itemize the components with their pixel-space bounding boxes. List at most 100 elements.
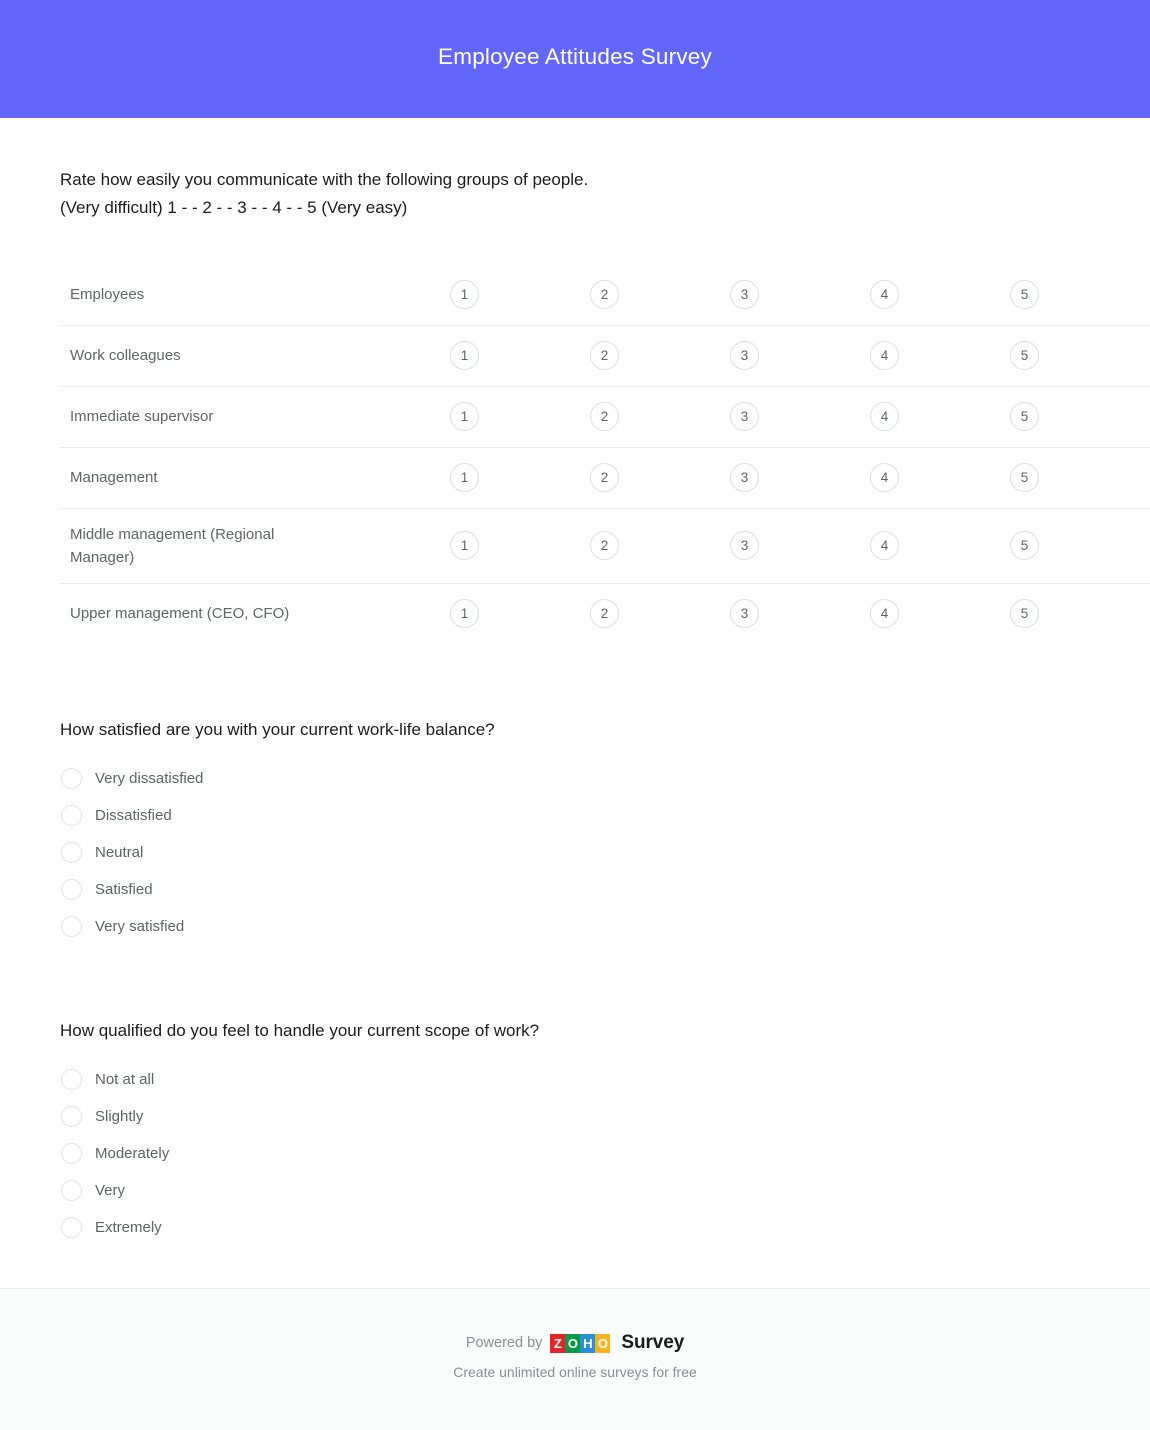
- list-item[interactable]: Neutral: [60, 834, 1090, 871]
- matrix-option-cell[interactable]: 2: [590, 582, 730, 644]
- matrix-option-cell[interactable]: 5: [1010, 385, 1150, 447]
- zoho-logo[interactable]: Z O H O: [550, 1333, 611, 1353]
- matrix-option-cell[interactable]: 2: [590, 385, 730, 447]
- matrix-option-cell[interactable]: 4: [870, 507, 1010, 583]
- matrix-option-cell[interactable]: 3: [730, 385, 870, 447]
- question-work-life-balance: How satisfied are you with your current …: [60, 716, 1090, 945]
- matrix-option-cell[interactable]: 4: [870, 446, 1010, 508]
- choice-label: Neutral: [95, 844, 144, 861]
- matrix-option-3[interactable]: 3: [730, 531, 759, 560]
- matrix-option-3[interactable]: 3: [730, 402, 759, 431]
- zoho-tile-z: Z: [550, 1333, 566, 1353]
- question-qualification-scope: How qualified do you feel to handle your…: [60, 1017, 1090, 1246]
- list-item[interactable]: Very: [60, 1172, 1090, 1209]
- matrix-table: Employees 1 2 3 4 5 Work colleagues 1 2 …: [60, 264, 1150, 644]
- matrix-option-cell[interactable]: 2: [590, 446, 730, 508]
- radio-icon[interactable]: [61, 768, 82, 789]
- radio-icon[interactable]: [61, 842, 82, 863]
- list-item[interactable]: Extremely: [60, 1209, 1090, 1246]
- matrix-option-cell[interactable]: 1: [450, 324, 590, 386]
- table-row: Immediate supervisor 1 2 3 4 5: [60, 385, 1150, 447]
- matrix-option-5[interactable]: 5: [1010, 341, 1039, 370]
- radio-icon[interactable]: [61, 1143, 82, 1164]
- matrix-option-4[interactable]: 4: [870, 463, 899, 492]
- matrix-option-cell[interactable]: 1: [450, 264, 590, 325]
- matrix-row-label-cell: Middle management (Regional Manager): [60, 507, 450, 583]
- matrix-option-1[interactable]: 1: [450, 341, 479, 370]
- matrix-option-1[interactable]: 1: [450, 402, 479, 431]
- matrix-option-cell[interactable]: 1: [450, 582, 590, 644]
- matrix-option-1[interactable]: 1: [450, 531, 479, 560]
- matrix-option-1[interactable]: 1: [450, 599, 479, 629]
- matrix-option-3[interactable]: 3: [730, 599, 759, 629]
- matrix-option-cell[interactable]: 5: [1010, 324, 1150, 386]
- matrix-option-4[interactable]: 4: [870, 402, 899, 431]
- list-item[interactable]: Very dissatisfied: [60, 760, 1090, 797]
- matrix-option-3[interactable]: 3: [730, 463, 759, 492]
- zoho-tile-o-first: O: [565, 1333, 581, 1353]
- matrix-option-cell[interactable]: 4: [870, 264, 1010, 325]
- question-prompt: How satisfied are you with your current …: [60, 720, 495, 739]
- matrix-option-cell[interactable]: 1: [450, 385, 590, 447]
- matrix-option-cell[interactable]: 5: [1010, 582, 1150, 644]
- table-row: Work colleagues 1 2 3 4 5: [60, 324, 1150, 386]
- bottom-spacer: [60, 1246, 1090, 1288]
- matrix-option-2[interactable]: 2: [590, 402, 619, 431]
- radio-icon[interactable]: [61, 916, 82, 937]
- matrix-option-cell[interactable]: 5: [1010, 446, 1150, 508]
- list-item[interactable]: Moderately: [60, 1135, 1090, 1172]
- matrix-option-5[interactable]: 5: [1010, 463, 1039, 492]
- matrix-option-cell[interactable]: 2: [590, 324, 730, 386]
- matrix-option-4[interactable]: 4: [870, 279, 899, 309]
- radio-icon[interactable]: [61, 1217, 82, 1238]
- survey-footer: Powered by Z O H O Survey Create unlimit…: [0, 1288, 1150, 1430]
- matrix-option-cell[interactable]: 4: [870, 385, 1010, 447]
- matrix-row-label: Management: [70, 469, 158, 486]
- matrix-option-5[interactable]: 5: [1010, 531, 1039, 560]
- matrix-option-5[interactable]: 5: [1010, 599, 1039, 629]
- matrix-option-cell[interactable]: 3: [730, 507, 870, 583]
- radio-icon[interactable]: [61, 1069, 82, 1090]
- radio-icon[interactable]: [61, 1106, 82, 1127]
- matrix-option-cell[interactable]: 4: [870, 582, 1010, 644]
- matrix-option-cell[interactable]: 5: [1010, 264, 1150, 325]
- choice-label: Extremely: [95, 1219, 162, 1236]
- matrix-option-cell[interactable]: 3: [730, 446, 870, 508]
- radio-icon[interactable]: [61, 879, 82, 900]
- matrix-option-1[interactable]: 1: [450, 279, 479, 309]
- list-item[interactable]: Satisfied: [60, 871, 1090, 908]
- matrix-option-cell[interactable]: 4: [870, 324, 1010, 386]
- matrix-option-cell[interactable]: 1: [450, 446, 590, 508]
- matrix-option-cell[interactable]: 3: [730, 324, 870, 386]
- matrix-option-cell[interactable]: 3: [730, 582, 870, 644]
- matrix-option-4[interactable]: 4: [870, 341, 899, 370]
- matrix-row-label-cell: Upper management (CEO, CFO): [60, 582, 450, 644]
- list-item[interactable]: Not at all: [60, 1061, 1090, 1098]
- matrix-option-1[interactable]: 1: [450, 463, 479, 492]
- matrix-row-label-cell: Immediate supervisor: [60, 385, 450, 447]
- matrix-option-2[interactable]: 2: [590, 463, 619, 492]
- matrix-row-label: Upper management (CEO, CFO): [70, 605, 290, 623]
- matrix-option-2[interactable]: 2: [590, 599, 619, 629]
- list-item[interactable]: Slightly: [60, 1098, 1090, 1135]
- matrix-option-2[interactable]: 2: [590, 279, 619, 309]
- matrix-option-5[interactable]: 5: [1010, 402, 1039, 431]
- matrix-option-cell[interactable]: 2: [590, 264, 730, 325]
- radio-icon[interactable]: [61, 1180, 82, 1201]
- matrix-option-2[interactable]: 2: [590, 341, 619, 370]
- list-item[interactable]: Very satisfied: [60, 908, 1090, 945]
- matrix-option-cell[interactable]: 3: [730, 264, 870, 325]
- matrix-option-4[interactable]: 4: [870, 599, 899, 629]
- matrix-option-cell[interactable]: 1: [450, 507, 590, 583]
- matrix-option-5[interactable]: 5: [1010, 279, 1039, 309]
- matrix-option-3[interactable]: 3: [730, 279, 759, 309]
- matrix-option-4[interactable]: 4: [870, 531, 899, 560]
- matrix-option-cell[interactable]: 2: [590, 507, 730, 583]
- radio-icon[interactable]: [61, 805, 82, 826]
- matrix-option-3[interactable]: 3: [730, 341, 759, 370]
- matrix-option-2[interactable]: 2: [590, 531, 619, 560]
- matrix-option-cell[interactable]: 5: [1010, 507, 1150, 583]
- matrix-row-label-cell: Work colleagues: [60, 324, 450, 386]
- matrix-row-label-cell: Employees: [60, 264, 450, 325]
- list-item[interactable]: Dissatisfied: [60, 797, 1090, 834]
